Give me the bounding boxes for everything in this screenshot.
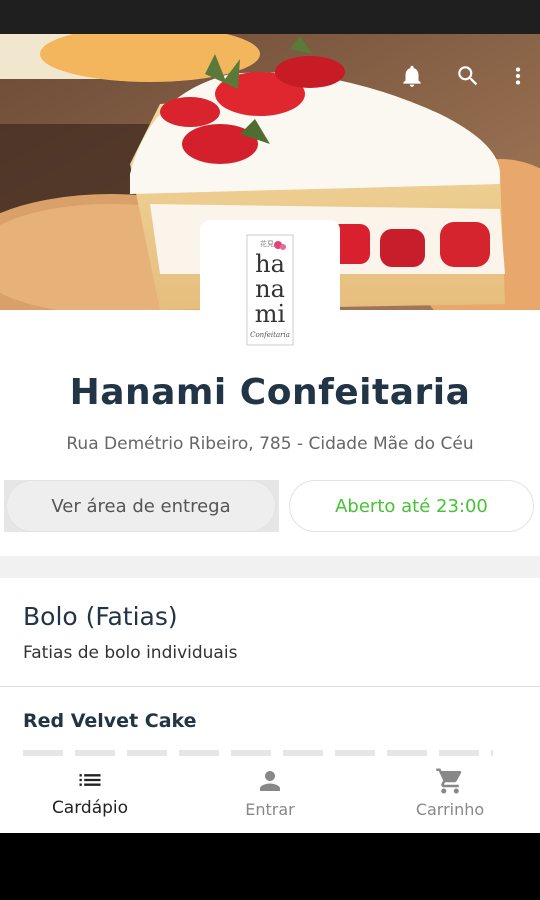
logo-text-line: mi bbox=[255, 300, 286, 328]
logo-text-line: na bbox=[255, 275, 285, 303]
nav-item-carrinho[interactable]: Carrinho bbox=[360, 756, 540, 833]
section-separator bbox=[0, 556, 540, 578]
store-address: Rua Demétrio Ribeiro, 785 - Cidade Mãe d… bbox=[66, 434, 474, 454]
divider bbox=[0, 686, 540, 687]
category-title: Bolo (Fatias) bbox=[23, 602, 178, 631]
nav-label: Cardápio bbox=[51, 798, 129, 818]
store-logo: 花見 ha na mi Confeitaria bbox=[200, 220, 340, 360]
store-name: Hanami Confeitaria bbox=[69, 372, 471, 413]
app-screen: 花見 ha na mi Confeitaria Hanami Confeitar… bbox=[0, 34, 540, 833]
nav-label: Entrar bbox=[245, 800, 295, 819]
top-actions bbox=[384, 56, 540, 96]
nav-item-entrar[interactable]: Entrar bbox=[180, 756, 360, 833]
bottom-navigation: Cardápio Entrar Carrinho bbox=[0, 756, 540, 833]
search-icon[interactable] bbox=[440, 56, 496, 96]
menu-item-name[interactable]: Red Velvet Cake bbox=[23, 710, 197, 732]
status-bar bbox=[0, 0, 540, 34]
more-vert-icon[interactable] bbox=[496, 56, 540, 96]
nav-label: Carrinho bbox=[415, 800, 485, 819]
logo-text-line: ha bbox=[255, 250, 285, 278]
logo-script: Confeitaria bbox=[250, 331, 290, 339]
svg-text:花見: 花見 bbox=[260, 239, 274, 248]
bell-icon[interactable] bbox=[384, 56, 440, 96]
category-description: Fatias de bolo individuais bbox=[23, 643, 238, 663]
delivery-area-button[interactable]: Ver área de entrega bbox=[6, 480, 276, 532]
cart-icon bbox=[436, 768, 462, 794]
open-status-badge: Aberto até 23:00 bbox=[289, 480, 534, 532]
list-icon bbox=[79, 774, 101, 786]
nav-item-cardapio[interactable]: Cardápio bbox=[0, 756, 180, 833]
person-icon bbox=[260, 771, 280, 791]
